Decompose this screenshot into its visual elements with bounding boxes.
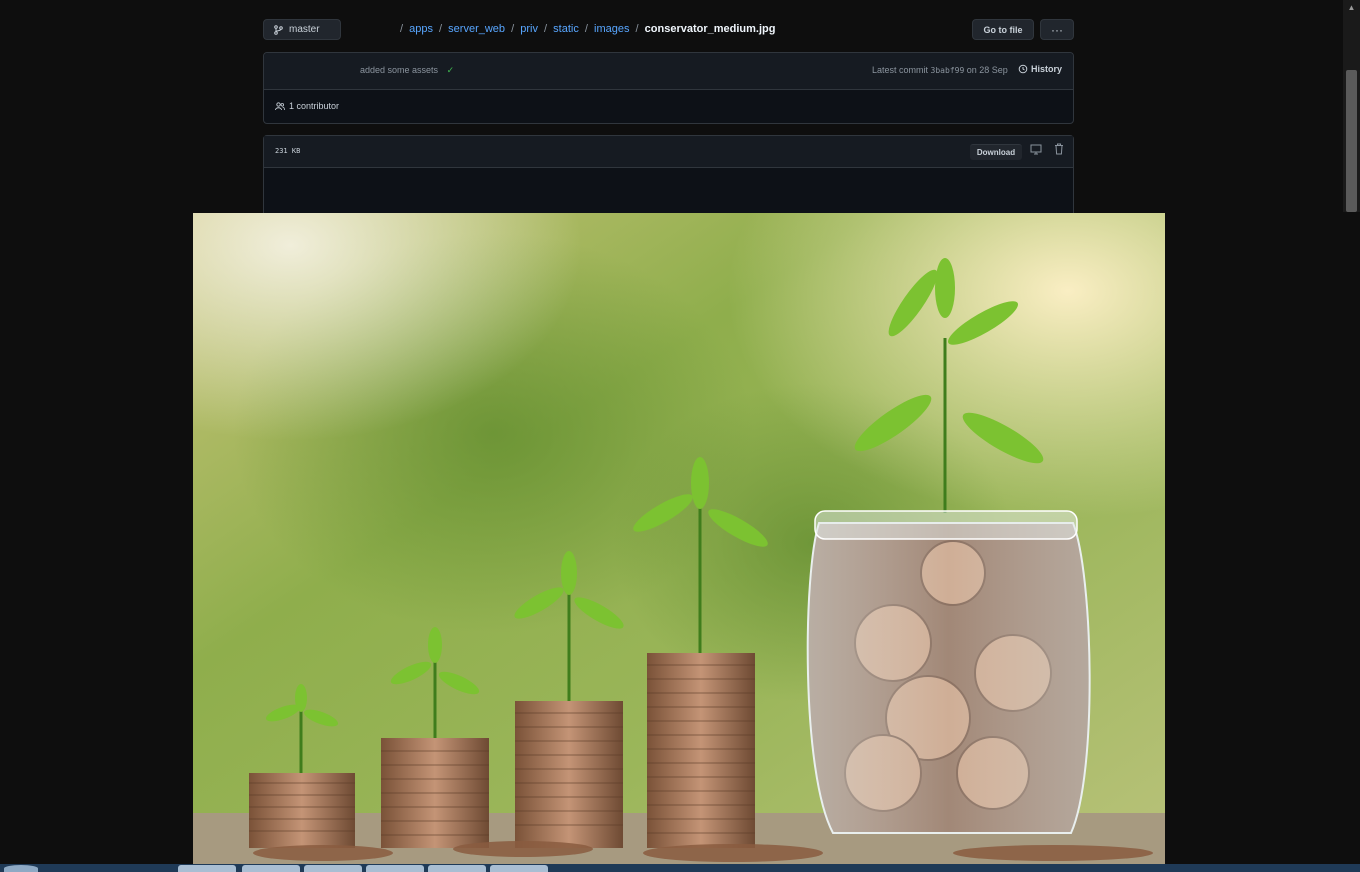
- breadcrumb-separator: /: [544, 23, 548, 35]
- file-size: 231 KB: [275, 147, 301, 155]
- history-icon: [1018, 64, 1028, 74]
- branch-selector[interactable]: master: [263, 19, 341, 40]
- breadcrumb-separator: /: [511, 23, 515, 35]
- taskbar-item[interactable]: [304, 865, 362, 872]
- breadcrumb-link-apps[interactable]: apps: [409, 23, 433, 35]
- breadcrumb-separator: /: [584, 23, 588, 35]
- commit-date: on 28 Sep: [966, 65, 1008, 75]
- history-label: History: [1031, 64, 1063, 74]
- desktop-icon[interactable]: [1030, 144, 1042, 155]
- taskbar-item[interactable]: [490, 865, 548, 872]
- breadcrumb-link-images[interactable]: images: [594, 23, 629, 35]
- breadcrumb-separator: /: [400, 23, 404, 35]
- download-button[interactable]: Download: [970, 144, 1022, 160]
- breadcrumb-link-priv[interactable]: priv: [520, 23, 538, 35]
- breadcrumb-separator: /: [635, 23, 639, 35]
- start-button[interactable]: [4, 865, 38, 872]
- commit-info-box: added some assets ✓ Latest commit 3babf9…: [263, 52, 1074, 124]
- breadcrumb-link-static[interactable]: static: [553, 23, 579, 35]
- more-options-button[interactable]: ···: [1040, 19, 1074, 40]
- file-navigation-bar: master / apps / server_web / priv / stat…: [263, 19, 1074, 41]
- windows-taskbar: [0, 864, 1360, 872]
- scroll-up-arrow-icon[interactable]: ▲: [1343, 0, 1360, 15]
- coins-plants-photo: [193, 213, 1165, 864]
- breadcrumb: / apps / server_web / priv / static / im…: [397, 23, 776, 35]
- breadcrumb-current-file: conservator_medium.jpg: [644, 23, 776, 35]
- scrollbar-thumb[interactable]: [1346, 70, 1357, 212]
- commit-message[interactable]: added some assets ✓: [360, 65, 454, 76]
- page-scrollbar[interactable]: ▲: [1343, 0, 1360, 212]
- branch-name: master: [289, 24, 320, 35]
- trash-icon[interactable]: [1054, 143, 1064, 155]
- commit-message-text: added some assets: [360, 65, 439, 75]
- latest-commit: Latest commit 3babf99 on 28 Sep: [872, 65, 1008, 75]
- breadcrumb-link-server-web[interactable]: server_web: [448, 23, 505, 35]
- contributors-label: 1 contributor: [289, 101, 340, 111]
- file-header: 231 KB Download: [264, 136, 1073, 168]
- go-to-file-button[interactable]: Go to file: [972, 19, 1034, 40]
- commit-sha-link[interactable]: 3babf99: [931, 66, 965, 75]
- taskbar-item[interactable]: [428, 865, 486, 872]
- contributors-link[interactable]: 1 contributor: [275, 101, 339, 111]
- taskbar-item[interactable]: [178, 865, 236, 872]
- history-button[interactable]: History: [1018, 64, 1062, 74]
- commit-header: added some assets ✓ Latest commit 3babf9…: [264, 53, 1073, 90]
- latest-commit-label: Latest commit: [872, 65, 929, 75]
- check-icon: ✓: [446, 65, 455, 75]
- taskbar-item[interactable]: [242, 865, 300, 872]
- file-viewer-box: 231 KB Download: [263, 135, 1074, 225]
- people-icon: [275, 101, 285, 110]
- breadcrumb-separator: /: [439, 23, 443, 35]
- image-preview: [193, 213, 1165, 864]
- taskbar-item[interactable]: [366, 865, 424, 872]
- branch-icon: [274, 24, 283, 35]
